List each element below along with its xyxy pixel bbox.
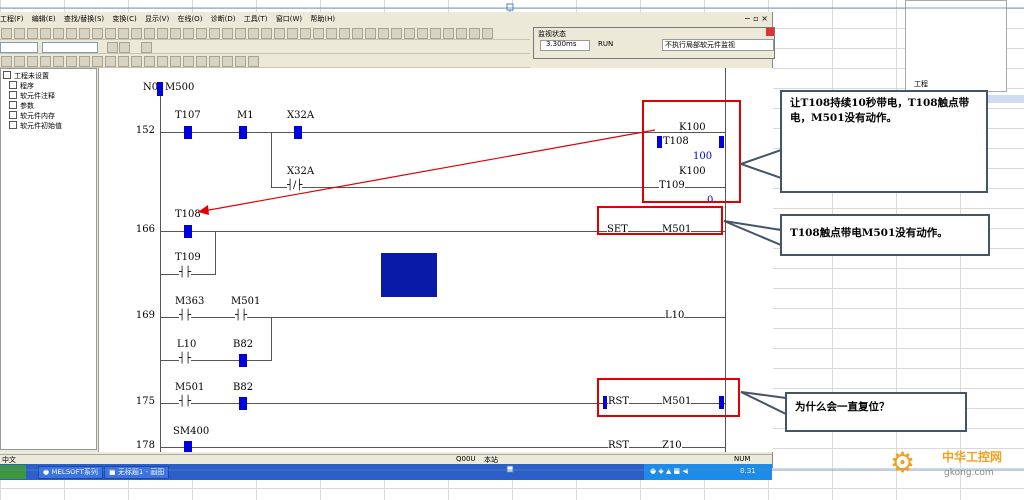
watermark: ⚙ 中华工控网 gkong.com bbox=[890, 444, 1020, 490]
callout-why-reset: 为什么会一直复位？ bbox=[785, 392, 967, 432]
red-arrow-line bbox=[197, 129, 656, 213]
gear-icon: ⚙ bbox=[890, 446, 916, 479]
red-arrow-head bbox=[198, 205, 209, 215]
callout3-pointer bbox=[740, 391, 787, 416]
watermark-name: 中华工控网 bbox=[942, 450, 1003, 464]
callout2-pointer bbox=[723, 220, 782, 247]
watermark-url: gkong.com bbox=[944, 468, 994, 478]
selection-handle-top-box[interactable] bbox=[506, 3, 514, 11]
callout-set-not-acting: T108触点带电M501没有动作。 bbox=[780, 214, 990, 256]
callout-timer-explanation: 让T108持续10秒带电，T108触点带电，M501没有动作。 bbox=[780, 90, 988, 193]
selection-handle-bottom-box[interactable] bbox=[506, 465, 514, 473]
callout1-pointer bbox=[737, 148, 782, 180]
